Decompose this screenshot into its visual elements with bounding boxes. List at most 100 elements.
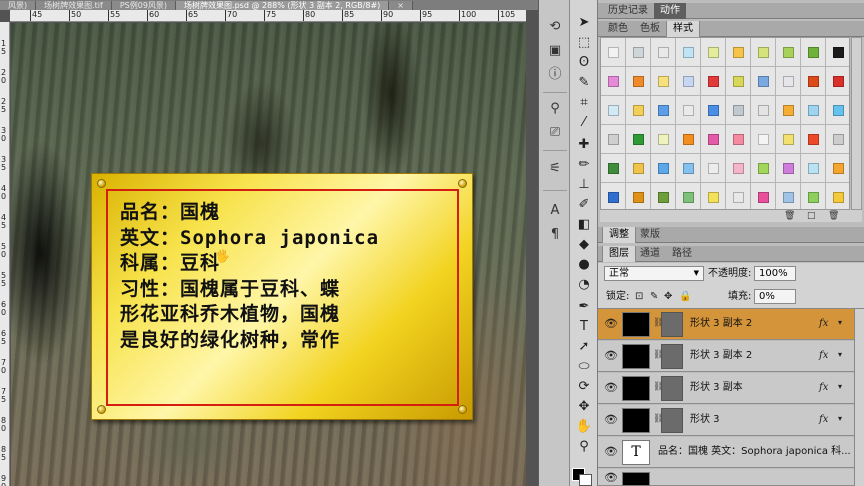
ruler-vertical[interactable]: 1 5 2 0 2 5 3 0 3 5 4 0 4 5 5 0 5 5 6 0 6 5 7 0 7 5 8… [0,22,10,486]
style-preset[interactable] [801,38,826,67]
style-preset[interactable] [826,125,849,154]
style-preset[interactable] [826,38,849,67]
tab-history[interactable]: 历史记录 [602,3,654,19]
style-preset[interactable] [751,125,776,154]
clear-style-icon[interactable]: 🗑 [784,210,795,222]
style-preset[interactable] [676,125,701,154]
style-preset[interactable] [801,67,826,96]
style-preset[interactable] [751,183,776,209]
style-preset[interactable] [676,154,701,183]
style-preset[interactable] [726,96,751,125]
style-preset[interactable] [751,154,776,183]
style-preset[interactable] [801,183,826,209]
style-preset[interactable] [601,67,626,96]
style-preset[interactable] [801,154,826,183]
lasso-tool-icon[interactable]: ʘ [575,54,593,72]
style-preset[interactable] [651,67,676,96]
style-preset[interactable] [826,154,849,183]
healing-brush-icon[interactable]: ✚ [575,136,593,154]
style-preset[interactable] [826,67,849,96]
style-preset[interactable] [826,183,849,209]
delete-style-icon[interactable]: 🗑 [828,210,839,222]
clone-source-icon[interactable]: ⎚ [545,124,565,142]
fill-input[interactable]: 0% [754,289,796,304]
eye-icon[interactable]: 👁 [604,446,618,458]
style-preset[interactable] [701,96,726,125]
character-panel-icon[interactable]: A [545,202,565,220]
layer-name[interactable]: 形状 3 副本 2 [690,350,752,362]
style-preset[interactable] [701,125,726,154]
tree-name-plaque[interactable]: 品名：国槐 英文：Sophora japonica 科属：豆科 习性：国槐属于豆… [91,173,473,420]
style-preset[interactable] [701,154,726,183]
layer-name[interactable]: 形状 3 副本 [690,382,743,394]
fx-icon[interactable]: fx [819,318,828,329]
layer-row[interactable]: 👁 ⛓ 形状 3 副本 fx ▾ [598,373,854,404]
lock-position-icon[interactable]: ✥ [664,291,672,303]
opacity-input[interactable]: 100% [754,266,796,281]
hand-tool-icon[interactable]: ✋ [575,418,593,436]
close-tab-icon[interactable]: × [389,1,413,10]
quick-select-icon[interactable]: ✎ [575,74,593,92]
layer-row[interactable]: 👁 ⛓ 形状 3 fx ▾ [598,405,854,436]
style-preset[interactable] [676,67,701,96]
chevron-down-icon[interactable]: ▾ [838,414,842,423]
history-brush-icon[interactable]: ✐ [575,196,593,214]
fx-icon[interactable]: fx [819,350,828,361]
style-preset[interactable] [601,38,626,67]
style-preset[interactable] [626,154,651,183]
paragraph-panel-icon[interactable]: ¶ [545,226,565,244]
tab-layers[interactable]: 图层 [602,246,636,262]
style-preset[interactable] [601,183,626,209]
blur-tool-icon[interactable]: ● [575,256,593,274]
lock-all-icon[interactable]: 🔒 [679,291,691,303]
fx-icon[interactable]: fx [819,382,828,393]
style-preset[interactable] [651,96,676,125]
style-preset[interactable] [776,67,801,96]
style-preset[interactable] [601,154,626,183]
style-preset[interactable] [726,125,751,154]
doc-tab-1[interactable]: 风景) [0,1,37,10]
eyedropper-tool-icon[interactable]: ⁄ [575,114,593,132]
eye-icon[interactable]: 👁 [604,414,618,426]
style-preset[interactable] [801,125,826,154]
style-preset[interactable] [626,67,651,96]
tab-styles[interactable]: 样式 [666,21,700,37]
background-color-swatch[interactable] [579,474,592,486]
style-preset[interactable] [776,183,801,209]
chevron-down-icon[interactable]: ▾ [838,318,842,327]
doc-tab-2[interactable]: 场树牌效果图.tif [36,1,112,10]
tab-actions[interactable]: 动作 [654,3,686,19]
pen-tool-icon[interactable]: ✒ [575,298,593,316]
style-preset[interactable] [826,96,849,125]
style-preset[interactable] [626,96,651,125]
actions-panel-icon[interactable]: ▣ [545,42,565,60]
eye-icon[interactable]: 👁 [604,318,618,330]
style-preset[interactable] [676,38,701,67]
3d-rotate-icon[interactable]: ⟳ [575,378,593,396]
dodge-tool-icon[interactable]: ◔ [575,276,593,294]
layer-name[interactable]: 品名：国槐 英文：Sophora japonica 科... [658,446,851,458]
brush-preset-icon[interactable]: ⚲ [545,100,565,118]
lock-transparent-icon[interactable]: ⊡ [635,291,643,303]
3d-orbit-icon[interactable]: ✥ [575,398,593,416]
style-preset[interactable] [776,38,801,67]
style-preset[interactable] [676,96,701,125]
doc-tab-3[interactable]: PS例09风景) [111,1,177,10]
style-preset[interactable] [751,38,776,67]
style-preset[interactable] [626,38,651,67]
move-tool-icon[interactable]: ➤ [575,14,593,32]
style-preset[interactable] [626,183,651,209]
eraser-tool-icon[interactable]: ◧ [575,216,593,234]
tab-masks[interactable]: 蒙版 [634,227,666,243]
style-preset[interactable] [701,183,726,209]
marquee-tool-icon[interactable]: ⬚ [575,34,593,52]
new-style-icon[interactable]: □ [807,210,816,222]
path-select-icon[interactable]: ➚ [575,338,593,356]
paint-bucket-icon[interactable]: ◆ [575,236,593,254]
eye-icon[interactable]: 👁 [604,472,618,484]
layer-row[interactable]: 👁 [598,469,854,486]
style-preset[interactable] [651,38,676,67]
style-preset[interactable] [801,96,826,125]
lock-pixels-icon[interactable]: ✎ [650,291,658,303]
shape-tool-icon[interactable]: ⬭ [575,358,593,376]
